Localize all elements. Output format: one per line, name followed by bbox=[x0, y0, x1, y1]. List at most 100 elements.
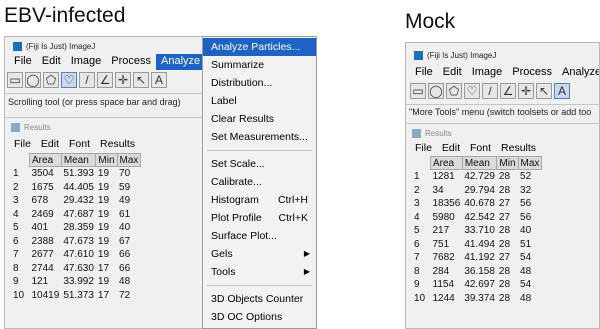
column-header[interactable]: Mean bbox=[60, 153, 97, 167]
table-row[interactable]: 2 1675 44.405 19 59 bbox=[11, 181, 141, 195]
table-row[interactable]: 5 401 28.359 19 40 bbox=[11, 221, 141, 235]
table-row[interactable]: 4 5980 42.542 27 56 bbox=[412, 211, 542, 225]
table-row[interactable]: 5 217 33.710 28 40 bbox=[412, 224, 542, 238]
right-menu-analyze[interactable]: Analyze bbox=[557, 65, 599, 81]
menu-item-summarize[interactable]: Summarize bbox=[203, 56, 316, 74]
menu-item-set-measurements[interactable]: Set Measurements... bbox=[203, 128, 316, 146]
point-tool-icon[interactable]: ✛ bbox=[518, 83, 534, 99]
menu-item-clear-results[interactable]: Clear Results bbox=[203, 110, 316, 128]
table-row[interactable]: 4 2469 47.687 19 61 bbox=[11, 208, 141, 222]
table-row[interactable]: 6 2388 47.673 19 67 bbox=[11, 235, 141, 249]
fiji-app-icon bbox=[414, 50, 423, 60]
table-cell: 1244 bbox=[432, 292, 455, 304]
left-menu-analyze[interactable]: Analyze bbox=[156, 54, 206, 70]
oval-tool-icon[interactable]: ◯ bbox=[428, 83, 444, 99]
column-header[interactable]: Area bbox=[430, 156, 463, 170]
table-cell: 678 bbox=[31, 195, 49, 207]
menu-item-gels[interactable]: Gels ▶ bbox=[203, 245, 316, 263]
table-cell: 6 bbox=[414, 238, 420, 250]
wand-tool-icon[interactable]: ↖ bbox=[133, 72, 149, 88]
column-header[interactable] bbox=[412, 157, 431, 170]
menu-item-analyze-particles[interactable]: Analyze Particles... bbox=[203, 38, 316, 56]
angle-tool-icon[interactable]: ∠ bbox=[97, 72, 113, 88]
polygon-tool-icon[interactable]: ⬠ bbox=[446, 83, 462, 99]
table-cell: 42.729 bbox=[464, 171, 495, 183]
left-menu-edit[interactable]: Edit bbox=[37, 54, 66, 70]
table-row[interactable]: 7 7682 41.192 27 54 bbox=[412, 251, 542, 265]
table-cell: 19 bbox=[97, 276, 110, 288]
polygon-tool-icon[interactable]: ⬠ bbox=[43, 72, 59, 88]
menu-item-3d-objects-counter[interactable]: 3D Objects Counter bbox=[203, 290, 316, 308]
table-row[interactable]: 10 1244 39.374 28 48 bbox=[412, 292, 542, 306]
rectangle-tool-icon[interactable]: ▭ bbox=[7, 72, 23, 88]
table-row[interactable]: 2 34 29.794 28 32 bbox=[412, 184, 542, 198]
line-tool-icon[interactable]: / bbox=[79, 72, 95, 88]
table-row[interactable]: 1 1281 42.729 28 52 bbox=[412, 170, 542, 184]
left-results-menu-file[interactable]: File bbox=[9, 137, 36, 151]
column-header[interactable] bbox=[11, 154, 30, 167]
table-row[interactable]: 8 2744 47.630 17 66 bbox=[11, 262, 141, 276]
right-title-bar[interactable]: (Fiji Is Just) ImageJ bbox=[406, 49, 599, 61]
left-results-title-bar[interactable]: Results bbox=[5, 121, 217, 133]
oval-tool-icon[interactable]: ◯ bbox=[25, 72, 41, 88]
table-row[interactable]: 9 1154 42.697 28 54 bbox=[412, 278, 542, 292]
right-menu-process[interactable]: Process bbox=[507, 65, 557, 81]
menu-item-label[interactable]: Label bbox=[203, 92, 316, 110]
menu-item-3d-oc-options[interactable]: 3D OC Options bbox=[203, 308, 316, 326]
menu-item-plot-profile[interactable]: Plot Profile Ctrl+K bbox=[203, 209, 316, 227]
right-results-menu-file[interactable]: File bbox=[410, 141, 437, 155]
column-header[interactable]: Min bbox=[496, 156, 519, 170]
table-row[interactable]: 8 284 36.158 28 48 bbox=[412, 265, 542, 279]
left-window-title: (Fiji Is Just) ImageJ bbox=[26, 41, 96, 51]
menu-item-surface-plot[interactable]: Surface Plot... bbox=[203, 227, 316, 245]
menu-item-label: Plot Profile bbox=[211, 212, 262, 224]
table-cell: 56 bbox=[520, 198, 532, 210]
point-tool-icon[interactable]: ✛ bbox=[115, 72, 131, 88]
column-header[interactable]: Area bbox=[29, 153, 62, 167]
right-menu-edit[interactable]: Edit bbox=[438, 65, 467, 81]
right-results-menu-results[interactable]: Results bbox=[496, 141, 541, 155]
text-tool-icon[interactable]: A bbox=[151, 72, 167, 88]
right-results-menu-font[interactable]: Font bbox=[465, 141, 496, 155]
angle-tool-icon[interactable]: ∠ bbox=[500, 83, 516, 99]
table-row[interactable]: 7 2677 47.610 19 66 bbox=[11, 248, 141, 262]
right-menu-file[interactable]: File bbox=[410, 65, 438, 81]
text-tool-icon[interactable]: A bbox=[554, 83, 570, 99]
menu-item-distribution[interactable]: Distribution... bbox=[203, 74, 316, 92]
wand-tool-icon[interactable]: ↖ bbox=[536, 83, 552, 99]
column-header[interactable]: Max bbox=[517, 156, 543, 170]
right-results-title-bar[interactable]: Results bbox=[406, 127, 599, 139]
left-menu-process[interactable]: Process bbox=[106, 54, 156, 70]
table-row[interactable]: 3 18356 40.678 27 56 bbox=[412, 197, 542, 211]
right-results-menu-edit[interactable]: Edit bbox=[437, 141, 465, 155]
menu-item-set-scale[interactable]: Set Scale... bbox=[203, 155, 316, 173]
column-header[interactable]: Max bbox=[116, 153, 142, 167]
left-menu-file[interactable]: File bbox=[9, 54, 37, 70]
right-menu-image[interactable]: Image bbox=[467, 65, 508, 81]
left-status-bar: Scrolling tool (or press space bar and d… bbox=[8, 97, 181, 107]
table-row[interactable]: 6 751 41.494 28 51 bbox=[412, 238, 542, 252]
left-results-menu-font[interactable]: Font bbox=[64, 137, 95, 151]
table-row[interactable]: 9 121 33.992 19 48 bbox=[11, 275, 141, 289]
table-row[interactable]: 10 10419 51.373 17 72 bbox=[11, 289, 141, 303]
left-title-bar[interactable]: (Fiji Is Just) ImageJ bbox=[5, 40, 217, 52]
right-divider-2 bbox=[406, 123, 599, 124]
table-row[interactable]: 1 3504 51.393 19 70 bbox=[11, 167, 141, 181]
table-row[interactable]: 3 678 29.432 19 49 bbox=[11, 194, 141, 208]
menu-item-tools[interactable]: Tools ▶ bbox=[203, 263, 316, 281]
column-header[interactable]: Min bbox=[95, 153, 118, 167]
menu-item-label: Analyze Particles... bbox=[211, 41, 301, 53]
left-divider bbox=[5, 93, 217, 94]
menu-item-histogram[interactable]: Histogram Ctrl+H bbox=[203, 191, 316, 209]
left-menu-image[interactable]: Image bbox=[66, 54, 107, 70]
line-tool-icon[interactable]: / bbox=[482, 83, 498, 99]
left-results-menu-edit[interactable]: Edit bbox=[36, 137, 64, 151]
rectangle-tool-icon[interactable]: ▭ bbox=[410, 83, 426, 99]
table-cell: 40 bbox=[520, 225, 532, 237]
left-results-menu-results[interactable]: Results bbox=[95, 137, 140, 151]
freehand-tool-icon[interactable]: ♡ bbox=[61, 72, 77, 88]
column-header[interactable]: Mean bbox=[461, 156, 498, 170]
freehand-tool-icon[interactable]: ♡ bbox=[464, 83, 480, 99]
menu-item-calibrate[interactable]: Calibrate... bbox=[203, 173, 316, 191]
menu-item-label: Set Scale... bbox=[211, 158, 265, 170]
